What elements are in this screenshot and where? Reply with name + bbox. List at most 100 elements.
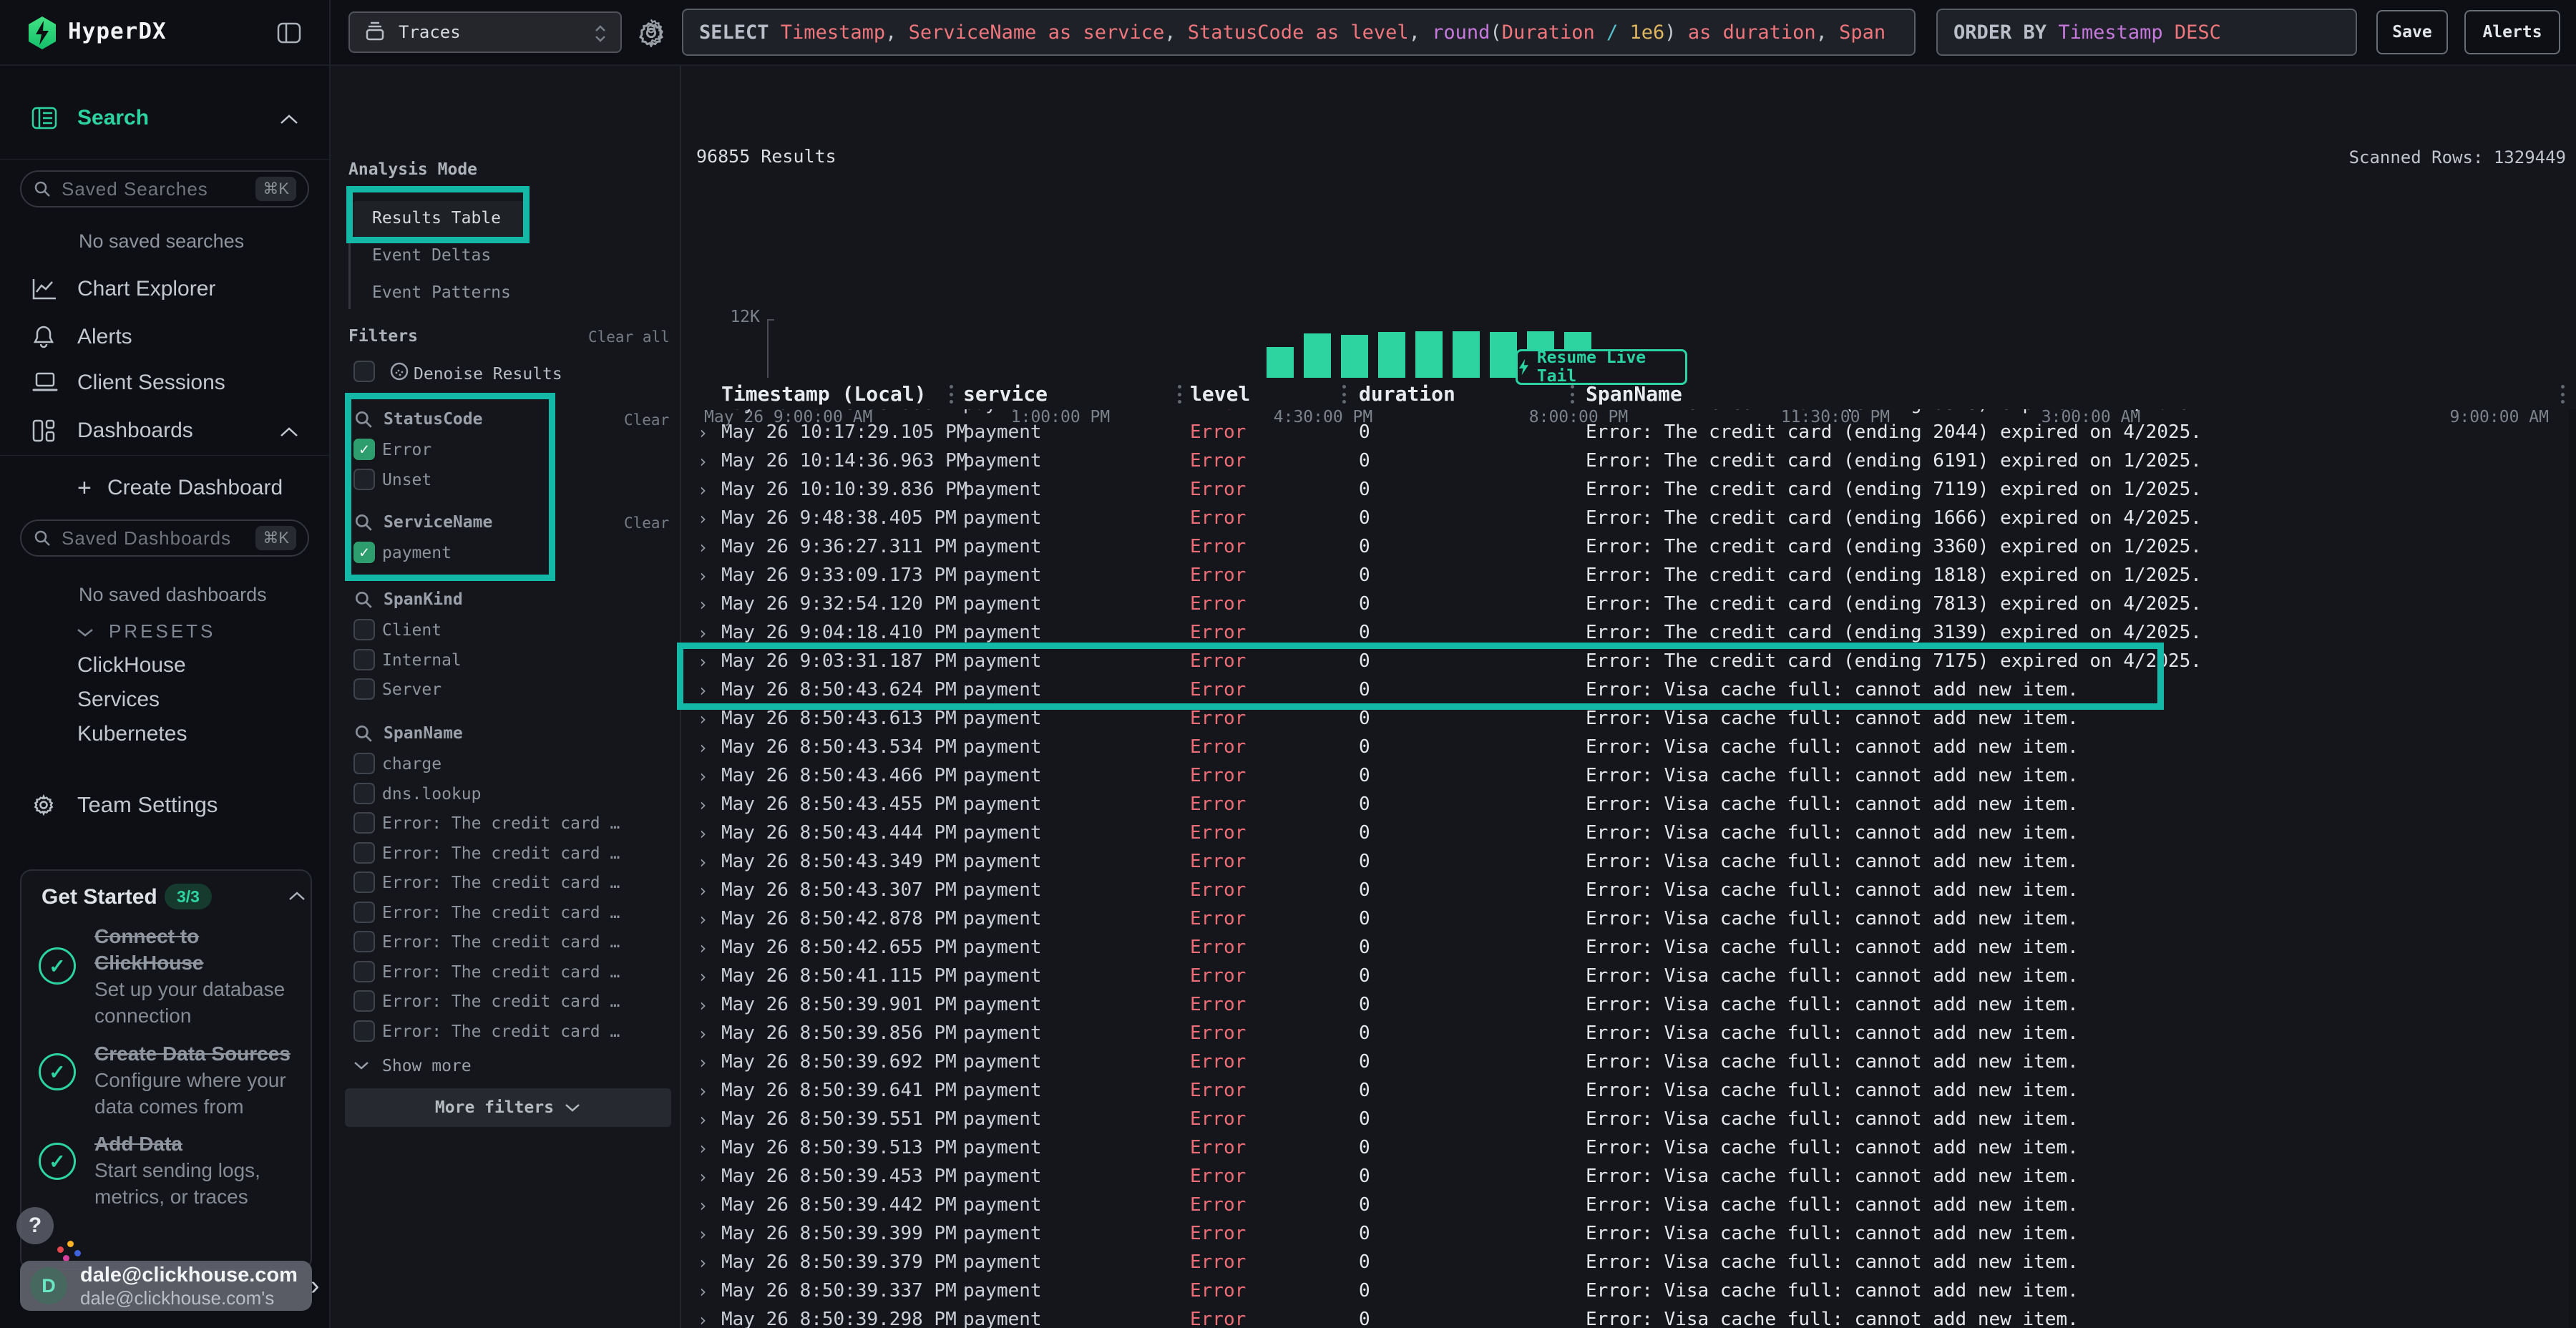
- source-settings-gear-icon[interactable]: [637, 19, 665, 47]
- table-row[interactable]: ›May 26 9:04:18.410 PMpaymentError0Error…: [681, 618, 2576, 647]
- row-expand-chevron[interactable]: ›: [698, 1167, 708, 1187]
- table-row[interactable]: ›May 26 10:10:39.836 PMpaymentError0Erro…: [681, 475, 2576, 504]
- sidebar-item-team-settings[interactable]: Team Settings: [0, 789, 331, 821]
- row-expand-chevron[interactable]: ›: [698, 1196, 708, 1216]
- chevron-up-icon[interactable]: [279, 114, 299, 125]
- sidebar-item-client-sessions[interactable]: Client Sessions: [0, 367, 331, 399]
- show-more-button[interactable]: Show more: [382, 1057, 472, 1075]
- column-resize-handle[interactable]: [1342, 385, 1346, 404]
- denoise-checkbox[interactable]: [353, 361, 375, 382]
- row-expand-chevron[interactable]: ›: [698, 480, 708, 500]
- table-row[interactable]: ›May 26 8:50:43.444 PMpaymentError0Error…: [681, 819, 2576, 847]
- table-row[interactable]: ›May 26 8:50:39.551 PMpaymentError0Error…: [681, 1105, 2576, 1133]
- table-row[interactable]: ›May 26 10:17:29.105 PMpaymentError0Erro…: [681, 418, 2576, 446]
- table-row[interactable]: ›May 26 8:50:42.878 PMpaymentError0Error…: [681, 904, 2576, 933]
- facet-search-icon[interactable]: [353, 409, 374, 429]
- facet-checkbox-error-the-credit-card-[interactable]: [353, 1020, 375, 1042]
- source-select[interactable]: Traces: [348, 11, 622, 53]
- table-row[interactable]: ›May 26 8:50:42.655 PMpaymentError0Error…: [681, 933, 2576, 962]
- resume-live-tail-button[interactable]: Resume Live Tail: [1516, 349, 1687, 385]
- row-expand-chevron[interactable]: ›: [698, 1224, 708, 1244]
- order-by-editor[interactable]: ORDER BY Timestamp DESC: [1936, 9, 2357, 56]
- table-row[interactable]: ›May 26 9:36:27.311 PMpaymentError0Error…: [681, 532, 2576, 561]
- row-expand-chevron[interactable]: ›: [698, 1110, 708, 1130]
- facet-checkbox-payment[interactable]: ✓: [353, 542, 375, 563]
- row-expand-chevron[interactable]: ›: [698, 852, 708, 872]
- row-expand-chevron[interactable]: ›: [698, 652, 708, 672]
- facet-checkbox-error-the-credit-card-[interactable]: [353, 902, 375, 923]
- facet-checkbox-unset[interactable]: [353, 469, 375, 490]
- facet-checkbox-error-the-credit-card-[interactable]: [353, 961, 375, 982]
- facet-checkbox-error-the-credit-card-[interactable]: [353, 842, 375, 864]
- table-row[interactable]: ›May 26 8:50:39.298 PMpaymentError0Error…: [681, 1305, 2576, 1328]
- sidebar-item-chart-explorer[interactable]: Chart Explorer: [0, 273, 331, 305]
- column-resize-handle[interactable]: [949, 385, 953, 404]
- row-expand-chevron[interactable]: ›: [698, 595, 708, 615]
- facet-value-label[interactable]: dns.lookup: [382, 785, 481, 804]
- column-resize-handle[interactable]: [1177, 385, 1181, 404]
- saved-dashboards-input[interactable]: Saved Dashboards ⌘K: [20, 519, 309, 557]
- user-profile-card[interactable]: D dale@clickhouse.com dale@clickhouse.co…: [20, 1261, 312, 1311]
- table-row[interactable]: ›May 26 8:50:39.692 PMpaymentError0Error…: [681, 1048, 2576, 1076]
- table-row[interactable]: ›May 26 8:50:39.399 PMpaymentError0Error…: [681, 1219, 2576, 1248]
- col-header-duration[interactable]: duration: [1359, 382, 1455, 406]
- facet-search-icon[interactable]: [353, 590, 374, 610]
- analysis-mode-event-patterns[interactable]: Event Patterns: [372, 283, 511, 302]
- row-expand-chevron[interactable]: ›: [698, 1138, 708, 1158]
- facet-checkbox-error-the-credit-card-[interactable]: [353, 931, 375, 952]
- facet-value-label[interactable]: Error: The credit card …: [382, 992, 620, 1011]
- row-expand-chevron[interactable]: ›: [698, 766, 708, 786]
- row-expand-chevron[interactable]: ›: [698, 909, 708, 929]
- row-expand-chevron[interactable]: ›: [698, 938, 708, 958]
- analysis-mode-event-deltas[interactable]: Event Deltas: [372, 246, 491, 265]
- row-expand-chevron[interactable]: ›: [698, 1053, 708, 1073]
- table-row[interactable]: ›May 26 8:50:43.466 PMpaymentError0Error…: [681, 761, 2576, 790]
- col-header-service[interactable]: service: [963, 382, 1048, 406]
- row-expand-chevron[interactable]: ›: [698, 738, 708, 758]
- alerts-button[interactable]: Alerts: [2464, 10, 2560, 54]
- row-expand-chevron[interactable]: ›: [698, 680, 708, 700]
- facet-search-icon[interactable]: [353, 723, 374, 743]
- sidebar-item-create-dashboard[interactable]: + Create Dashboard: [0, 472, 331, 504]
- facet-value-label[interactable]: Error: The credit card …: [382, 874, 620, 892]
- facet-value-label[interactable]: Error: The credit card …: [382, 814, 620, 833]
- facet-value-label[interactable]: Server: [382, 680, 441, 699]
- facet-value-label[interactable]: Error: The credit card …: [382, 1022, 620, 1041]
- facet-checkbox-charge[interactable]: [353, 753, 375, 774]
- row-expand-chevron[interactable]: ›: [698, 1024, 708, 1044]
- row-expand-chevron[interactable]: ›: [698, 995, 708, 1015]
- sidebar-item-alerts[interactable]: Alerts: [0, 321, 331, 353]
- facet-value-label[interactable]: Error: The credit card …: [382, 963, 620, 982]
- table-row[interactable]: ›May 26 8:50:39.901 PMpaymentError0Error…: [681, 990, 2576, 1019]
- table-row[interactable]: ›May 26 8:50:43.307 PMpaymentError0Error…: [681, 876, 2576, 904]
- facet-value-label[interactable]: payment: [382, 544, 452, 562]
- row-expand-chevron[interactable]: ›: [698, 709, 708, 729]
- column-resize-handle[interactable]: [1570, 385, 1574, 404]
- row-expand-chevron[interactable]: ›: [698, 824, 708, 844]
- facet-clear-button[interactable]: Clear: [624, 411, 669, 429]
- presets-toggle[interactable]: PRESETS: [0, 615, 331, 647]
- facet-checkbox-error-the-credit-card-[interactable]: [353, 812, 375, 834]
- column-resize-handle[interactable]: [2560, 385, 2565, 404]
- row-expand-chevron[interactable]: ›: [698, 509, 708, 529]
- facet-checkbox-error-the-credit-card-[interactable]: [353, 872, 375, 893]
- row-expand-chevron[interactable]: ›: [698, 1081, 708, 1101]
- facet-value-label[interactable]: Error: The credit card …: [382, 844, 620, 863]
- sidebar-item-services[interactable]: Services: [0, 684, 331, 716]
- table-row[interactable]: ›May 26 8:50:39.337 PMpaymentError0Error…: [681, 1276, 2576, 1305]
- facet-value-label[interactable]: Error: [382, 441, 431, 459]
- sql-query-editor[interactable]: SELECT Timestamp, ServiceName as service…: [682, 9, 1916, 56]
- facet-checkbox-error-the-credit-card-[interactable]: [353, 990, 375, 1012]
- table-row[interactable]: ›May 26 8:50:39.379 PMpaymentError0Error…: [681, 1248, 2576, 1276]
- facet-checkbox-server[interactable]: [353, 678, 375, 700]
- chevron-up-icon[interactable]: [288, 891, 306, 902]
- chevron-up-icon[interactable]: [279, 426, 299, 438]
- table-row[interactable]: ›May 26 8:50:39.641 PMpaymentError0Error…: [681, 1076, 2576, 1105]
- sidebar-collapse-icon[interactable]: [276, 20, 302, 46]
- row-expand-chevron[interactable]: ›: [698, 537, 708, 557]
- help-button[interactable]: ?: [16, 1207, 54, 1244]
- row-expand-chevron[interactable]: ›: [698, 451, 708, 472]
- table-row[interactable]: ›May 26 8:50:39.442 PMpaymentError0Error…: [681, 1191, 2576, 1219]
- facet-checkbox-dns-lookup[interactable]: [353, 783, 375, 804]
- facet-search-icon[interactable]: [353, 512, 374, 532]
